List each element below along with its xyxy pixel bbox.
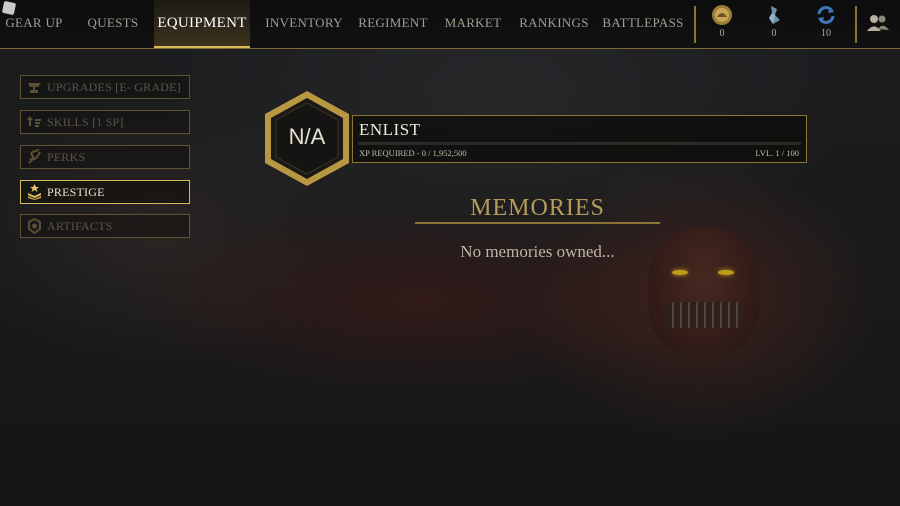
rank-title: ENLIST — [359, 120, 421, 139]
tab-market[interactable]: MARKET — [442, 0, 504, 48]
side-item-skills[interactable]: SKILLS [1 SP] — [20, 110, 190, 134]
side-item-upgrades[interactable]: UPGRADES [E- GRADE] — [20, 75, 190, 99]
friends-icon[interactable] — [866, 13, 890, 33]
tab-rankings[interactable]: RANKINGS — [516, 0, 592, 48]
side-item-perks[interactable]: PERKS — [20, 145, 190, 169]
skill-arrows-icon — [27, 116, 41, 127]
crystal-icon — [769, 6, 780, 24]
level-text: LVL. 1 / 100 — [755, 148, 799, 158]
side-item-label: PRESTIGE — [47, 185, 105, 199]
nav-divider — [855, 6, 857, 43]
tab-regiment[interactable]: REGIMENT — [356, 0, 430, 48]
anvil-icon — [28, 83, 41, 93]
side-item-label: ARTIFACTS — [47, 219, 113, 233]
nav-divider — [694, 6, 696, 43]
titan-eye-right — [718, 270, 734, 275]
prestige-stack-icon — [28, 184, 41, 200]
titan-figure — [648, 228, 760, 356]
titan-teeth — [666, 302, 742, 328]
tab-battlepass[interactable]: BATTLEPASS — [602, 0, 684, 48]
side-item-artifacts[interactable]: ARTIFACTS — [20, 214, 190, 238]
titan-eye-left — [672, 270, 688, 275]
tab-quests[interactable]: QUESTS — [80, 0, 146, 48]
memories-title: MEMORIES — [470, 195, 605, 221]
currency-spins[interactable]: 10 — [808, 4, 844, 48]
side-item-label: SKILLS [1 SP] — [47, 115, 124, 129]
top-navigation-bar: GEAR UP QUESTS EQUIPMENT INVENTORY REGIM… — [0, 0, 900, 49]
memories-empty-message: No memories owned... — [460, 242, 615, 261]
tab-inventory[interactable]: INVENTORY — [262, 0, 346, 48]
memories-divider — [415, 222, 660, 224]
enlist-rank-bar: ENLIST XP REQUIRED - 0 / 1,952,500 LVL. … — [352, 115, 807, 163]
currency-spins-value: 10 — [821, 28, 831, 39]
spin-refresh-icon — [817, 6, 835, 24]
xp-required-text: XP REQUIRED - 0 / 1,952,500 — [359, 148, 467, 158]
gold-coin-icon — [712, 5, 732, 25]
xp-progress-bar — [358, 142, 801, 145]
tab-equipment[interactable]: EQUIPMENT — [154, 0, 250, 48]
side-item-prestige[interactable]: PRESTIGE — [20, 180, 190, 204]
tab-gear-up[interactable]: GEAR UP — [0, 0, 68, 48]
currency-crystal[interactable]: 0 — [756, 4, 792, 48]
dna-icon — [28, 149, 41, 164]
artifact-icon — [28, 218, 41, 234]
side-item-label: UPGRADES [E- GRADE] — [47, 80, 181, 94]
currency-gold-value: 0 — [719, 28, 725, 39]
currency-crystal-value: 0 — [771, 28, 777, 39]
currency-gold[interactable]: 0 — [704, 4, 740, 48]
rank-badge-label: N/A — [288, 124, 326, 149]
side-item-label: PERKS — [47, 150, 86, 164]
